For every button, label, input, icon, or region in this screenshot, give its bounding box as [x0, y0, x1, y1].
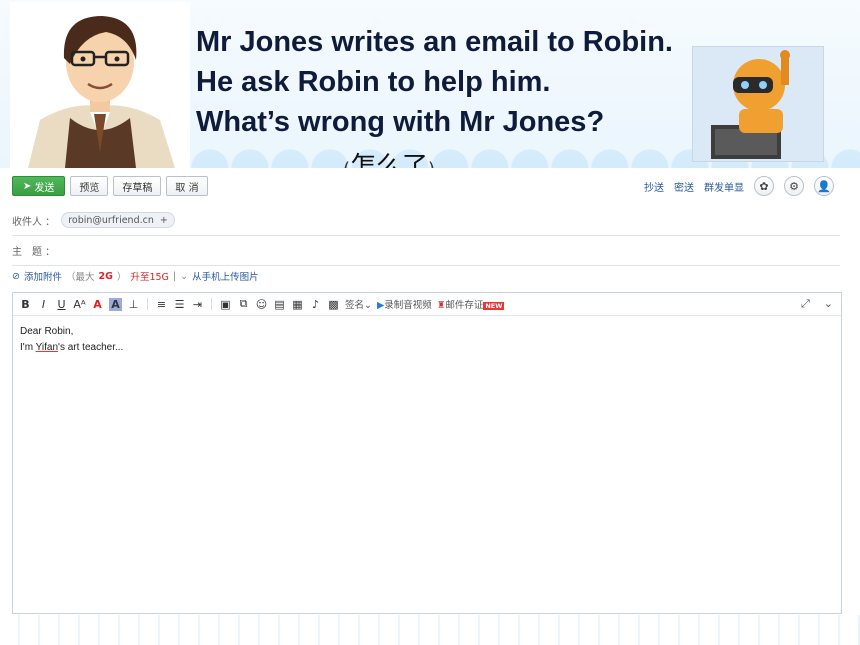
email-body-line-1: Dear Robin,: [20, 326, 74, 337]
bcc-link[interactable]: 密送: [674, 179, 694, 194]
stationery-icon[interactable]: ▤: [273, 298, 286, 311]
footer-decoration: [0, 615, 860, 645]
indent-icon[interactable]: ⇥: [191, 298, 204, 311]
attachment-row: ⊘ 添加附件 （最大 2G） 升至15G | ⌄ 从手机上传图片: [12, 269, 259, 284]
size-value: 2G: [98, 270, 113, 282]
add-recipient-icon[interactable]: +: [160, 215, 168, 226]
new-badge: NEW: [483, 302, 505, 310]
toolbar-separator: [147, 298, 148, 310]
line2-pre: I'm: [20, 342, 36, 353]
subject-field-row[interactable]: 主 题 ：: [12, 243, 840, 266]
subject-field-divider: [12, 265, 840, 266]
save-draft-button[interactable]: 存草稿: [113, 176, 162, 196]
save-draft-button-label: 存草稿: [122, 182, 153, 194]
cancel-button-label: 取 消: [175, 182, 199, 194]
paperclip-icon: ⊘: [12, 270, 20, 282]
header-links: 抄送 密送 群发单显 ✿ ⚙ 👤: [644, 176, 834, 196]
subject-label: 主 题 ：: [12, 247, 56, 258]
send-icon: ➤: [23, 180, 32, 192]
robot-illustration: [692, 46, 824, 162]
slide-title-line-1: Mr Jones writes an email to Robin.: [196, 26, 673, 58]
mobile-upload-link[interactable]: 从手机上传图片: [192, 269, 259, 283]
chevron-down-icon[interactable]: ⌄: [180, 271, 188, 282]
preview-button-label: 预览: [79, 182, 100, 194]
email-body-line-2: I'm Yifan's art teacher...: [20, 340, 834, 356]
highlight-icon[interactable]: A: [109, 297, 122, 311]
microphone-icon[interactable]: ♪: [309, 298, 322, 311]
editor-window-controls: ⤢ ⌄: [801, 297, 833, 311]
email-compose-window: ➤ 发送 预览 存草稿 取 消 抄送 密送 群发单显 ✿ ⚙ 👤 收件人 ： r…: [0, 168, 860, 645]
bold-icon[interactable]: B: [19, 298, 32, 311]
add-attachment-link[interactable]: 添加附件: [24, 269, 62, 283]
signature-dropdown[interactable]: 签名⌄: [345, 297, 372, 311]
expand-icon[interactable]: ⤢: [801, 297, 810, 311]
signature-label: 签名: [345, 300, 365, 311]
clear-format-icon[interactable]: ⊥: [127, 298, 140, 311]
preview-button[interactable]: 预览: [70, 176, 109, 196]
misspelled-name: Yifan: [35, 342, 59, 353]
record-video-label: 录制音视频: [384, 300, 432, 311]
theme-icon[interactable]: ✿: [754, 176, 774, 196]
attach-divider: |: [172, 270, 177, 282]
add-contact-icon[interactable]: 👤: [814, 176, 834, 196]
font-size-icon[interactable]: Aᴬ: [73, 298, 86, 311]
record-video-button[interactable]: ▶录制音视频: [377, 297, 432, 311]
recipient-address: robin@urfriend.cn: [68, 214, 154, 226]
send-button-label: 发送: [34, 182, 55, 194]
to-field-row: 收件人 ： robin@urfriend.cn +: [12, 212, 840, 236]
to-label: 收件人 ：: [12, 216, 56, 228]
mail-proof-label: 邮件存证: [445, 300, 484, 311]
line2-post: 's art teacher...: [58, 342, 124, 353]
image-icon[interactable]: ▣: [219, 298, 232, 311]
compose-toolbar: ➤ 发送 预览 存草稿 取 消: [12, 176, 208, 198]
emoji-icon[interactable]: ☺: [255, 298, 268, 311]
upgrade-link[interactable]: 升至15G: [130, 269, 168, 283]
format-toolbar: B I U Aᴬ A A ⊥ ≡ ☰ ⇥ ▣ ⧉ ☺ ▤ ▦ ♪ ▩ 签名⌄ ▶…: [13, 293, 841, 316]
cancel-button[interactable]: 取 消: [166, 176, 208, 196]
align-icon[interactable]: ≡: [155, 298, 168, 311]
to-field-divider: [12, 235, 840, 236]
cc-link[interactable]: 抄送: [644, 179, 664, 194]
font-color-icon[interactable]: A: [91, 298, 104, 311]
size-prefix: （最大: [65, 272, 95, 283]
send-button[interactable]: ➤ 发送: [12, 176, 66, 196]
group-send-link[interactable]: 群发单显: [704, 179, 744, 194]
calendar-icon[interactable]: ▦: [291, 298, 304, 311]
table-icon[interactable]: ▩: [327, 298, 340, 311]
gear-icon[interactable]: ⚙: [784, 176, 804, 196]
mail-proof-button[interactable]: ♜邮件存证 NEW: [437, 297, 505, 311]
screenshot-icon[interactable]: ⧉: [237, 297, 250, 311]
italic-icon[interactable]: I: [37, 298, 50, 311]
toolbar-separator: [211, 298, 212, 310]
slide-title-line-3: What’s wrong with Mr Jones?: [196, 106, 605, 138]
recipient-chip[interactable]: robin@urfriend.cn +: [61, 212, 175, 228]
size-suffix: ）: [116, 272, 127, 283]
list-icon[interactable]: ☰: [173, 298, 186, 311]
teacher-illustration: [10, 2, 190, 168]
underline-icon[interactable]: U: [55, 298, 68, 311]
collapse-icon[interactable]: ⌄: [824, 297, 833, 311]
email-body[interactable]: Dear Robin, I'm Yifan's art teacher...: [13, 316, 841, 364]
slide-title-line-2: He ask Robin to help him.: [196, 66, 551, 98]
email-editor[interactable]: B I U Aᴬ A A ⊥ ≡ ☰ ⇥ ▣ ⧉ ☺ ▤ ▦ ♪ ▩ 签名⌄ ▶…: [12, 292, 842, 614]
